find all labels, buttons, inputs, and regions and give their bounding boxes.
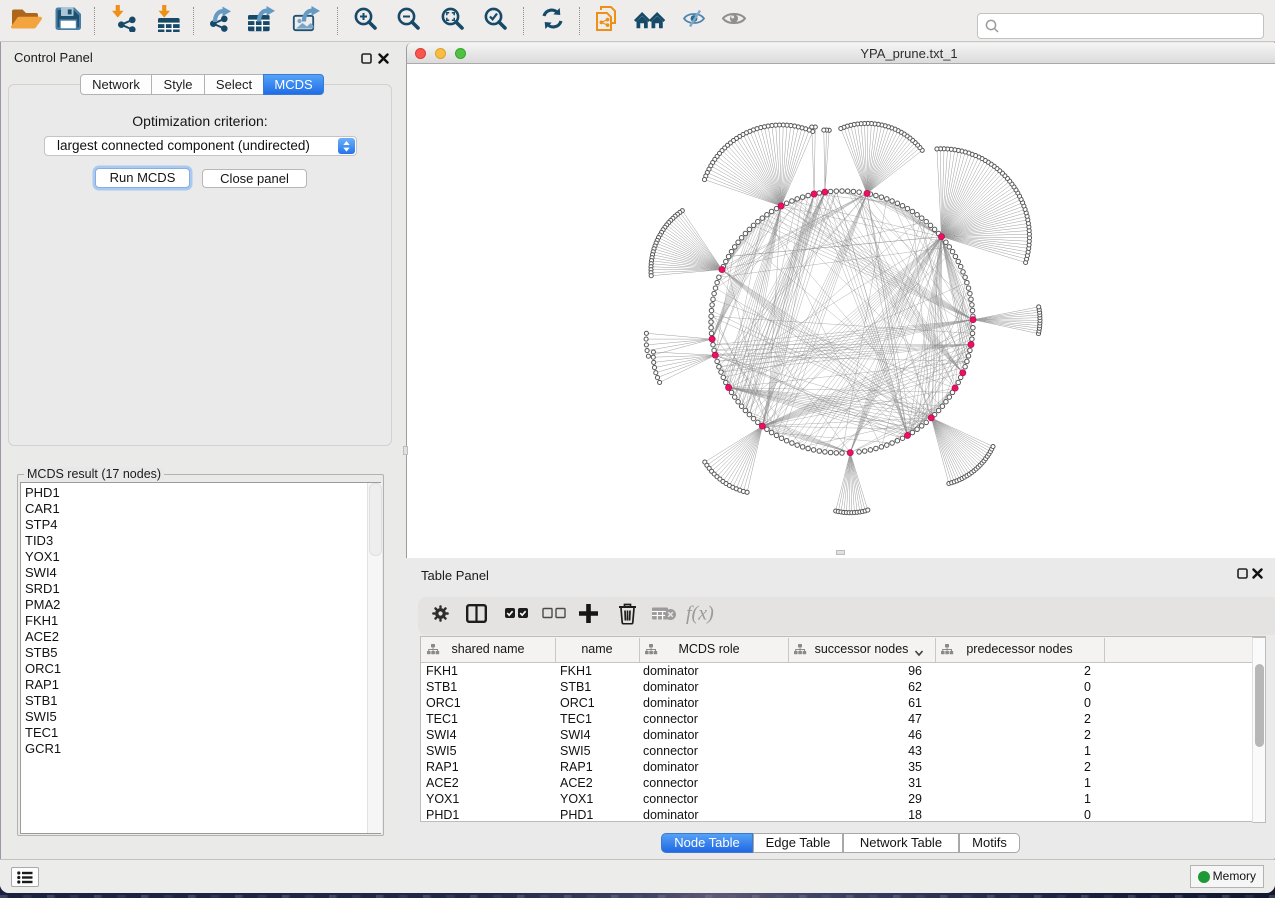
svg-text:f(x): f(x) [686,603,714,625]
